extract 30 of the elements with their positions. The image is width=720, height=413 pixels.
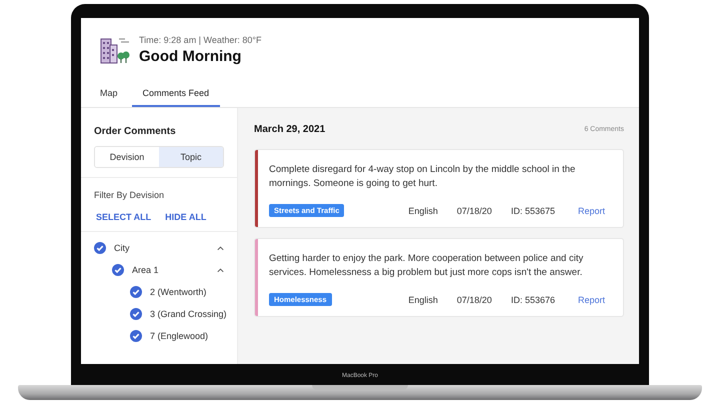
tree-item-label[interactable]: Area 1 xyxy=(132,265,208,275)
checkbox[interactable] xyxy=(130,330,142,342)
language-text: English xyxy=(408,294,438,304)
checkbox[interactable] xyxy=(130,286,142,298)
report-link[interactable]: Report xyxy=(578,294,605,304)
filter-action-link[interactable]: SELECT ALL xyxy=(96,212,152,222)
segment-button[interactable]: Topic xyxy=(159,147,223,167)
language-text: English xyxy=(408,206,438,216)
tree-item-label[interactable]: 3 (Grand Crossing) xyxy=(150,309,227,319)
report-link[interactable]: Report xyxy=(578,206,605,216)
filter-label: Filter By Devision xyxy=(93,189,166,200)
tree-item-label[interactable]: 2 (Wentworth) xyxy=(150,287,225,297)
time-weather-text: Time: 9:28 am | Weather: 80°F xyxy=(139,35,262,45)
tab[interactable]: Map xyxy=(89,82,129,107)
tree-item-label[interactable]: 7 (Englewood) xyxy=(150,331,225,341)
comment-id: ID: 553675 xyxy=(510,206,555,216)
checkbox[interactable] xyxy=(94,242,106,254)
checkbox[interactable] xyxy=(112,264,124,276)
feed-date: March 29, 2021 xyxy=(254,124,326,135)
tree-item-label[interactable]: City xyxy=(114,243,208,253)
comment-date: 07/18/20 xyxy=(456,294,492,304)
sidebar-title: Order Comments xyxy=(93,125,177,137)
checkbox[interactable] xyxy=(130,308,142,320)
tab[interactable]: Comments Feed xyxy=(132,82,220,107)
comment-text: Complete disregard for 4-way stop on Lincoln by the middle school in the mornings. Someone is going to get hurt. xyxy=(269,163,576,191)
comment-date: 07/18/20 xyxy=(456,206,492,216)
comment-id: ID: 553676 xyxy=(510,294,555,304)
greeting-title: Good Morning xyxy=(139,48,242,65)
comment-text: Getting harder to enjoy the park. More cooperation between police and city services. Homelessness a big problem but just more cops isn't the answer. xyxy=(269,252,584,280)
filter-action-link[interactable]: HIDE ALL xyxy=(165,212,206,222)
